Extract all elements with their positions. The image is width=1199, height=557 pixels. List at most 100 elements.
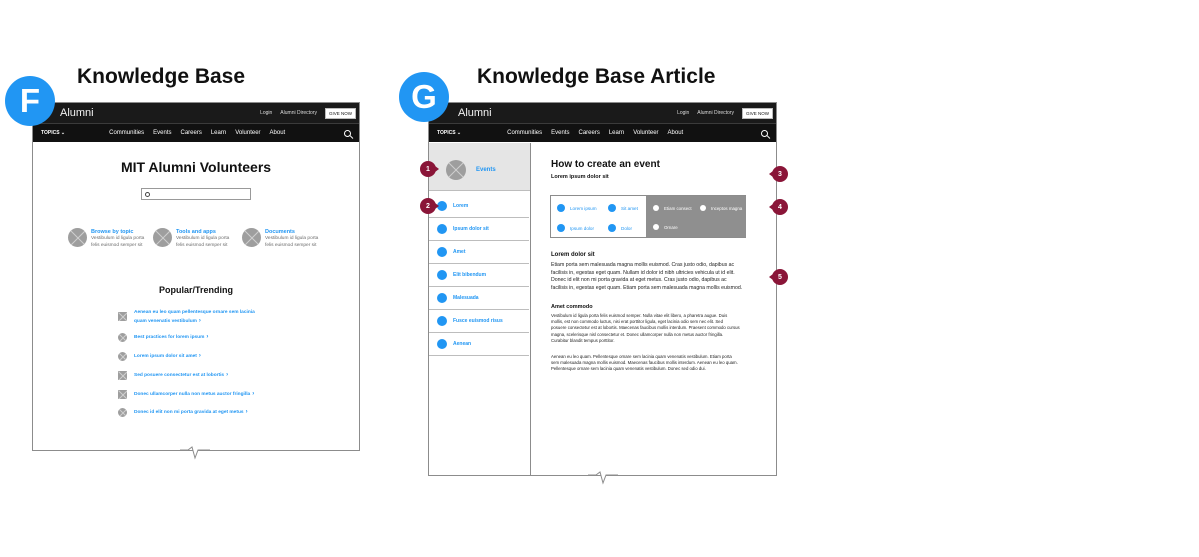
kb-nav-communities[interactable]: Communities (109, 130, 144, 136)
sidebar-item[interactable]: Aenean (429, 333, 529, 356)
trending-item[interactable]: Donec id elit non mi porta gravida at eg… (118, 408, 248, 417)
section-body: Etiam porta sem malesuada magna mollis e… (551, 262, 743, 291)
chevron-right-icon: › (226, 372, 229, 378)
trending-link[interactable]: quam venenatis vestibulum › (134, 318, 201, 324)
article-nav-communities[interactable]: Communities (507, 130, 542, 136)
user-icon (608, 224, 616, 232)
sidebar-item-label: Fusce euismod risus (453, 318, 503, 324)
sidebar-item[interactable]: Lorem (429, 195, 529, 218)
bullet-icon (437, 339, 447, 349)
sidebar-item-label: Elit bibendum (453, 272, 487, 278)
kb-search-input[interactable] (141, 188, 251, 200)
article-nav-events[interactable]: Events (551, 130, 569, 136)
image-placeholder-icon (118, 408, 127, 417)
callout-4: 4 (772, 199, 788, 215)
kb-brand[interactable]: Alumni (60, 107, 94, 119)
search-icon[interactable] (761, 129, 768, 137)
user-icon (557, 204, 565, 212)
bullet-icon (437, 270, 447, 280)
image-placeholder-icon (68, 228, 87, 247)
kb-page-title: MIT Alumni Volunteers (120, 159, 272, 175)
article-login-link[interactable]: Login (677, 110, 689, 116)
sidebar-item[interactable]: Elit bibendum (429, 264, 529, 287)
article-give-button[interactable]: GIVE NOW (741, 107, 773, 119)
bullet-icon (700, 205, 706, 211)
feature-desc: Vestibulum id ligula porta (265, 236, 319, 241)
trending-item[interactable]: Lorem ipsum dolor sit amet › (118, 352, 201, 361)
article-wireframe: Alumni Login Alumni Directory GIVE NOW T… (428, 102, 777, 476)
bullet-icon (437, 247, 447, 257)
feature-title[interactable]: Tools and apps (176, 229, 216, 235)
search-icon[interactable] (344, 129, 351, 137)
trending-link[interactable]: Aenean eu leo quam pellentesque ornare s… (134, 310, 255, 315)
chevron-right-icon: › (198, 353, 201, 359)
torn-edge-icon (588, 471, 618, 485)
kb-nav-volunteer[interactable]: Volunteer (235, 130, 260, 136)
document-icon (118, 390, 127, 399)
trending-item[interactable]: Sed posuere consectetur est at lobortis › (118, 371, 228, 380)
popular-title: Popular/Trending (158, 285, 233, 295)
article-topics-menu[interactable]: TOPICS ⌄ (437, 130, 461, 136)
jump-link-grey[interactable]: Inceptos magna (700, 205, 742, 211)
trending-link[interactable]: Sed posuere consectetur est at lobortis › (134, 372, 228, 378)
sidebar-item-label: Malesuada (453, 295, 479, 301)
jump-link-grey[interactable]: Etiam consect (653, 205, 692, 211)
image-placeholder-icon (118, 352, 127, 361)
article-brand[interactable]: Alumni (458, 107, 492, 119)
sidebar-item[interactable]: Malesuada (429, 287, 529, 310)
document-icon (118, 371, 127, 380)
chevron-down-icon: ⌄ (60, 130, 66, 136)
trending-item[interactable]: Donec ullamcorper nulla non metus auctor… (118, 390, 254, 399)
chevron-right-icon: › (245, 409, 248, 415)
bullet-icon (437, 293, 447, 303)
kb-nav-careers[interactable]: Careers (180, 130, 201, 136)
article-nav-careers[interactable]: Careers (578, 130, 599, 136)
feature-tools[interactable]: Tools and apps Vestibulum id ligula port… (153, 228, 229, 248)
sidebar-item[interactable]: Amet (429, 241, 529, 264)
sidebar-header[interactable]: Events (429, 143, 530, 191)
feature-documents[interactable]: Documents Vestibulum id ligula porta fel… (242, 228, 318, 248)
kb-nav-learn[interactable]: Learn (211, 130, 226, 136)
jump-link[interactable]: Lorem ipsum (557, 204, 597, 212)
section-heading: Lorem dolor sit (551, 252, 595, 258)
image-placeholder-icon (446, 160, 466, 180)
callout-5: 5 (772, 269, 788, 285)
feature-title[interactable]: Documents (265, 229, 295, 235)
trending-link[interactable]: Donec id elit non mi porta gravida at eg… (134, 409, 248, 415)
article-nav-volunteer[interactable]: Volunteer (633, 130, 658, 136)
kb-nav-events[interactable]: Events (153, 130, 171, 136)
panel-g-badge: G (399, 72, 449, 122)
kb-topics-menu[interactable]: TOPICS ⌄ (41, 130, 65, 136)
jump-links-box: Lorem ipsum Sit amet Ipsum dolor Dolor E… (550, 195, 746, 238)
jump-link[interactable]: Dolor (608, 224, 632, 232)
trending-link[interactable]: Best practices for lorem ipsum › (134, 334, 208, 340)
bullet-icon (437, 224, 447, 234)
kb-login-link[interactable]: Login (260, 110, 272, 116)
jump-link[interactable]: Sit amet (608, 204, 638, 212)
trending-item[interactable]: Aenean eu leo quam pellentesque ornare s… (118, 310, 255, 324)
sidebar-item-label: Ipsum dolor sit (453, 226, 489, 232)
article-directory-link[interactable]: Alumni Directory (697, 110, 734, 116)
feature-browse[interactable]: Browse by topic Vestibulum id ligula por… (68, 228, 144, 248)
chevron-right-icon: › (198, 318, 201, 324)
kb-give-button[interactable]: GIVE NOW (324, 107, 356, 119)
trending-item[interactable]: Best practices for lorem ipsum › (118, 333, 208, 342)
sidebar-header-label: Events (476, 167, 496, 173)
kb-nav-about[interactable]: About (270, 130, 286, 136)
feature-desc: felis euismod semper sit (91, 243, 143, 248)
kb-wireframe: Alumni Login Alumni Directory GIVE NOW T… (32, 102, 360, 451)
panel-f-badge: F (5, 76, 55, 126)
article-nav-learn[interactable]: Learn (609, 130, 624, 136)
trending-link[interactable]: Lorem ipsum dolor sit amet › (134, 353, 201, 359)
trending-link[interactable]: Donec ullamcorper nulla non metus auctor… (134, 391, 254, 397)
user-icon (557, 224, 565, 232)
sidebar-item[interactable]: Fusce euismod risus (429, 310, 529, 333)
article-sidebar: Events Lorem Ipsum dolor sit Amet Elit b… (429, 143, 531, 475)
jump-link[interactable]: Ipsum dolor (557, 224, 594, 232)
feature-title[interactable]: Browse by topic (91, 229, 133, 235)
kb-directory-link[interactable]: Alumni Directory (280, 110, 317, 116)
sidebar-item[interactable]: Ipsum dolor sit (429, 218, 529, 241)
article-subtitle: Lorem ipsum dolor sit (551, 174, 609, 180)
article-nav-about[interactable]: About (668, 130, 684, 136)
jump-link-grey[interactable]: Ornare (653, 224, 678, 230)
